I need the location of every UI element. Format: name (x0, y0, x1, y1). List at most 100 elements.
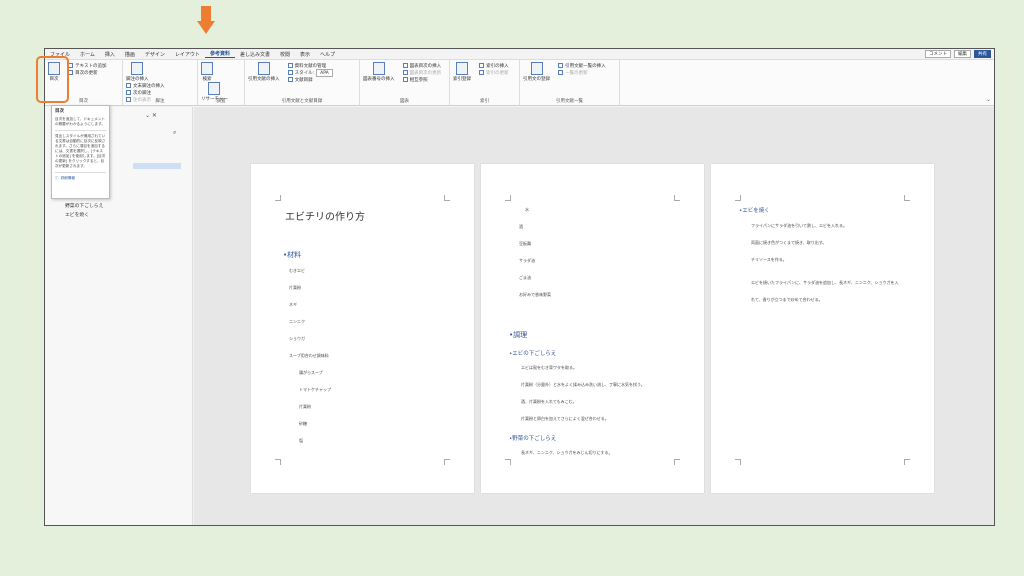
insert-footnote-button[interactable]: 脚注の挿入 (126, 62, 149, 82)
shrimp-prep-heading: •エビの下ごしらえ (509, 351, 557, 357)
update-index-button[interactable]: 索引の更新 (479, 69, 509, 76)
ingredient-item: ニンニク (289, 319, 305, 324)
footnote-icon (131, 62, 144, 75)
caption-group-label: 図表 (400, 99, 409, 104)
update-authorities-icon (558, 70, 564, 75)
ingredient-item: むきエビ (289, 268, 305, 273)
tab-design[interactable]: デザイン (140, 51, 170, 58)
ingredient-item: 水 (525, 207, 529, 212)
ribbon: 目次 テキストの追加 目次の更新 目次 脚注の挿入 文末脚注の挿入 次の脚注 注… (45, 59, 994, 106)
help-icon: ⓘ (55, 176, 59, 180)
mark-citation-button[interactable]: 引用文の登録 (523, 62, 550, 82)
nav-selected-heading[interactable] (133, 163, 181, 169)
tab-home[interactable]: ホーム (75, 51, 100, 58)
nav-item-grill-shrimp[interactable]: エビを焼く (65, 211, 89, 218)
cross-reference-icon (402, 77, 408, 82)
nav-pane-controls-icon[interactable]: ⌄ ✕ (145, 112, 157, 119)
bibliography-icon (287, 77, 293, 82)
nav-item-vegetable-prep[interactable]: 野菜の下ごしらえ (65, 202, 103, 209)
insert-table-of-figures-button[interactable]: 図表目次の挿入 (402, 62, 441, 69)
mark-citation-icon (530, 62, 543, 75)
ingredient-item: 酒 (519, 224, 523, 229)
tooltip-more-info-link[interactable]: ⓘ 詳細情報 (55, 176, 106, 181)
grill-shrimp-heading: •エビを焼く (739, 208, 770, 214)
collapse-ribbon-icon[interactable]: ⌄ (986, 96, 991, 103)
update-table-button[interactable]: 図表目次の更新 (402, 69, 441, 76)
vegetable-prep-heading: •野菜の下ごしらえ (509, 436, 557, 442)
insert-endnote-button[interactable]: 文末脚注の挿入 (126, 82, 165, 89)
ingredient-item: 豆板醤 (519, 241, 531, 246)
bibliography-button[interactable]: 文献目録 (287, 76, 333, 83)
ingredient-subitem: 片栗粉 (299, 404, 311, 409)
citation-icon (257, 62, 270, 75)
toc-button-highlight (36, 56, 69, 103)
index-group: 索引登録 索引の挿入 索引の更新 索引 (450, 60, 520, 105)
document-title: エビチリの作り方 (285, 212, 365, 223)
step-line: 酒、片栗粉を入れてもみこむ。 (521, 399, 577, 404)
update-table-icon (402, 70, 408, 75)
ingredient-subitem: 砂糖 (299, 421, 307, 426)
insert-authorities-button[interactable]: 引用文献一覧の挿入 (558, 62, 606, 69)
caption-icon (372, 62, 385, 75)
ingredient-item: ごま油 (519, 275, 531, 280)
endnote-icon (126, 83, 131, 88)
share-button[interactable]: 共有 (974, 50, 991, 58)
materials-heading: •材料 (283, 251, 302, 259)
ingredient-subitem: トマトケチャップ (299, 387, 331, 392)
comment-button[interactable]: コメント (925, 50, 951, 58)
tab-help[interactable]: ヘルプ (315, 51, 340, 58)
ingredient-item: ショウガ (289, 336, 305, 341)
step-line: エビを焼いたフライパンに、サラダ油を追加し、長ネギ、ニンニク、ショウガを入れて、… (751, 280, 899, 302)
tab-review[interactable]: 校閲 (275, 51, 295, 58)
document-area: エビチリの作り方 •材料 むきエビ 片栗粉 ネギ ニンニク ショウガ スープ用合… (194, 107, 994, 525)
researcher-icon (208, 82, 221, 95)
style-icon (287, 70, 293, 75)
mark-entry-button[interactable]: 索引登録 (453, 62, 471, 82)
insert-caption-button[interactable]: 図表番号の挿入 (363, 62, 395, 82)
update-index-icon (479, 70, 485, 75)
menu-bar: ファイル ホーム 挿入 描画 デザイン レイアウト 参考資料 差し込み文書 校閲… (45, 49, 994, 59)
ingredient-item: サラダ油 (519, 258, 535, 263)
step-line: 片栗粉と卵白を加えてさらによく混ぜ合わせる。 (521, 416, 609, 421)
search-icon[interactable]: ⌕ (173, 129, 176, 137)
page-2: 水 酒 豆板醤 サラダ油 ごま油 お好みで香味野菜 •調理 •エビの下ごしらえ … (481, 164, 704, 493)
search-button[interactable]: 検索 (201, 62, 213, 82)
style-select[interactable]: スタイル: APA (287, 68, 333, 77)
tab-draw[interactable]: 描画 (120, 51, 140, 58)
tab-insert[interactable]: 挿入 (100, 51, 120, 58)
step-line: 両面に焼き色がつくまで焼き、取り出す。 (751, 240, 827, 245)
insert-citation-button[interactable]: 引用文献の挿入 (248, 62, 280, 82)
insert-authorities-icon (558, 63, 564, 68)
word-window: ファイル ホーム 挿入 描画 デザイン レイアウト 参考資料 差し込み文書 校閲… (44, 48, 995, 526)
update-authorities-button[interactable]: 一覧の更新 (558, 69, 606, 76)
footnote-group: 脚注の挿入 文末脚注の挿入 次の脚注 注の表示 脚注 (123, 60, 198, 105)
step-line: エビは殻をむき背ワタを取る。 (521, 365, 577, 370)
step-line: チリソースを作る。 (751, 257, 787, 262)
ingredient-subitem: 鶏がらスープ (299, 370, 323, 375)
update-toc-button[interactable]: 目次の更新 (68, 69, 106, 76)
mark-entry-icon (456, 62, 468, 75)
tab-mailings[interactable]: 差し込み文書 (235, 51, 275, 58)
tooltip-title: 目次 (55, 109, 64, 114)
step-line: フライパンにサラダ油を引いて熱し、エビを入れる。 (751, 223, 847, 228)
caption-group: 図表番号の挿入 図表目次の挿入 図表目次の更新 相互参照 図表 (360, 60, 450, 105)
next-footnote-icon (126, 90, 131, 95)
citation-group: 引用文献の挿入 資料文献の管理 スタイル: APA 文献目録 引用文献と文献目録 (245, 60, 360, 105)
ingredient-item: スープ用合わせ調味料 (289, 353, 329, 358)
tooltip-details: 見出しスタイルが適用されている文書は自動的に目次に反映されます。さらに項目を追加… (55, 134, 106, 168)
page-1: エビチリの作り方 •材料 むきエビ 片栗粉 ネギ ニンニク ショウガ スープ用合… (251, 164, 474, 493)
page-3: •エビを焼く フライパンにサラダ油を引いて熱し、エビを入れる。 両面に焼き色がつ… (711, 164, 934, 493)
research-group-label: 調査 (216, 99, 226, 104)
tab-view[interactable]: 表示 (295, 51, 315, 58)
tab-layout[interactable]: レイアウト (170, 51, 205, 58)
authorities-group: 引用文の登録 引用文献一覧の挿入 一覧の更新 引用文献一覧 (520, 60, 620, 105)
insert-index-button[interactable]: 索引の挿入 (479, 62, 509, 69)
edit-mode-button[interactable]: 編集 (954, 50, 971, 58)
toc-tooltip: 目次 目次を追加して、ドキュメントの概要がわかるようにします。 見出しスタイルが… (51, 105, 110, 199)
add-text-button[interactable]: テキストの追加 (68, 62, 106, 69)
cooking-heading: •調理 (509, 331, 528, 339)
tab-references[interactable]: 参考資料 (204, 50, 235, 58)
next-footnote-button[interactable]: 次の脚注 (126, 89, 165, 96)
cross-reference-button[interactable]: 相互参照 (402, 76, 442, 83)
index-group-label: 索引 (480, 99, 489, 104)
